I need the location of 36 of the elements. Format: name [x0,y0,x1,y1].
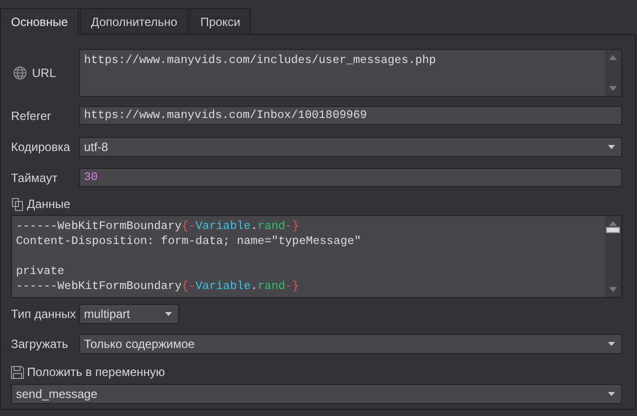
caret-icon [608,392,615,396]
tab[interactable]: Прокси [189,8,252,35]
section-label: Положить в переменную [27,365,165,379]
dropdown[interactable]: Только содержимое [79,334,622,354]
scroll-down-icon[interactable] [609,287,617,292]
tab[interactable]: Дополнительно [80,8,188,35]
field-label: Referer [11,108,52,122]
scroll-up-icon[interactable] [609,55,617,60]
dropdown[interactable]: multipart [79,304,179,324]
dropdown[interactable]: send_message [11,384,622,404]
caret-icon [608,145,615,149]
globe-icon [11,66,29,80]
field-label: URL [32,66,56,80]
scrollbar[interactable] [605,50,621,96]
tab[interactable]: Основные [0,8,79,35]
dropdown[interactable]: utf-8 [79,137,622,157]
scrollbar-thumb[interactable] [606,227,620,233]
code-line: ------WebKitFormBoundary{-Variable.rand-} [16,219,300,234]
field-label: Таймаут [11,170,58,184]
input-field[interactable]: https://www.manyvids.com/Inbox/1001809969 [79,106,622,125]
data-field[interactable]: ------WebKitFormBoundary{-Variable.rand-} Content-Disposition: form-data; name="typeMessage" private ------WebKitFormBoundary{-Variable.rand-} [11,215,622,298]
field-label: Кодировка [11,140,70,154]
field-label: Тип данных [11,307,77,321]
field-label: Загружать [11,337,70,351]
code-line: private [16,264,66,279]
caret-icon [608,342,615,346]
url-field[interactable]: https://www.manyvids.com/includes/user_messages.php [79,49,622,97]
timeout-field[interactable]: 30 [79,168,622,187]
pages-icon [11,197,24,211]
code-line: ------WebKitFormBoundary{-Variable.rand-} [16,279,300,294]
section-label: Данные [27,197,70,211]
url-text: https://www.manyvids.com/includes/user_messages.php [84,54,436,67]
scrollbar[interactable] [605,216,621,297]
code-line: Content-Disposition: form-data; name="typeMessage" [16,234,362,249]
scroll-down-icon[interactable] [609,86,617,91]
caret-icon [165,312,172,316]
